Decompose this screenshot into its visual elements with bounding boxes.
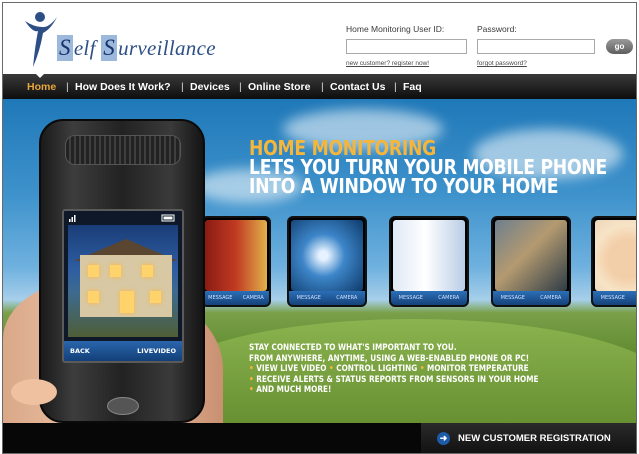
thumb-finger-image xyxy=(11,379,57,405)
brand-word-elf: elf xyxy=(73,36,102,60)
nav-separator: | xyxy=(66,81,69,93)
phone-softkeys: BACK LIVEVIDEO xyxy=(64,341,182,361)
brand-name: Self Surveillance xyxy=(57,35,216,61)
hero-description: STAY CONNECTED TO WHAT'S IMPORTANT TO YO… xyxy=(249,343,539,396)
thumb-camera-label: CAMERA xyxy=(242,295,264,301)
feature-item: AND MUCH MORE! xyxy=(256,385,332,395)
hero-title-line3: INTO A WINDOW TO YOUR HOME xyxy=(249,174,559,198)
softkey-back[interactable]: BACK xyxy=(70,347,90,355)
hero-title: HOME MONITORING LETS YOU TURN YOUR MOBIL… xyxy=(249,138,607,198)
nav-separator: | xyxy=(181,81,184,93)
feature-line-1: • VIEW LIVE VIDEO • CONTROL LIGHTING • M… xyxy=(249,364,539,375)
thumb-message-label: MESSAGE xyxy=(500,295,525,301)
brand-initial-s: S xyxy=(57,35,73,61)
nav-separator: | xyxy=(394,81,397,93)
password-input[interactable] xyxy=(477,39,595,54)
figure-logo-icon xyxy=(25,12,57,67)
register-now-link[interactable]: new customer? register now! xyxy=(346,60,429,67)
mobile-phone-image: BACK LIVEVIDEO xyxy=(39,119,205,423)
password-label: Password: xyxy=(477,24,517,34)
thumbnail-baby[interactable]: MESSAGECAMERA xyxy=(591,216,636,307)
nav-separator: | xyxy=(239,81,242,93)
brand-initial-s2: S xyxy=(101,35,118,61)
user-id-input[interactable] xyxy=(346,39,467,54)
feature-item: VIEW LIVE VIDEO xyxy=(256,364,327,374)
nav-item-home[interactable]: Home xyxy=(27,81,56,93)
thumbnail-door[interactable]: MESSAGE CAMERA xyxy=(201,216,271,307)
thumbnail-thermometer[interactable]: MESSAGE CAMERA xyxy=(389,216,469,307)
thumb-message-label: MESSAGE xyxy=(398,295,423,301)
feature-line-2: • RECEIVE ALERTS & STATUS REPORTS FROM S… xyxy=(249,375,539,386)
water-valve-image xyxy=(495,220,567,291)
thumb-message-label: MESSAGE xyxy=(208,295,233,301)
go-button[interactable]: go xyxy=(606,39,633,54)
hero-banner: HOME MONITORING LETS YOU TURN YOUR MOBIL… xyxy=(3,99,636,423)
site-header: Self Surveillance Home Monitoring User I… xyxy=(3,3,636,74)
new-customer-registration-button[interactable]: ➜ NEW CUSTOMER REGISTRATION xyxy=(421,423,636,453)
main-nav: Home | How Does It Work? | Devices | Onl… xyxy=(3,73,636,99)
bullet-icon: • xyxy=(419,364,425,374)
phone-nav-button-icon xyxy=(107,397,139,415)
user-id-label: Home Monitoring User ID: xyxy=(346,24,445,34)
nav-item-contact-us[interactable]: Contact Us xyxy=(330,81,385,93)
forgot-password-link[interactable]: forgot password? xyxy=(477,60,527,67)
thumb-message-label: MESSAGE xyxy=(296,295,321,301)
nav-item-devices[interactable]: Devices xyxy=(190,81,230,93)
thumb-message-label: MESSAGE xyxy=(600,295,625,301)
thermometer-image xyxy=(393,220,465,291)
door-image xyxy=(205,220,267,291)
thumb-camera-label: CAMERA xyxy=(540,295,562,301)
feature-item: MONITOR TEMPERATURE xyxy=(427,364,529,374)
broken-window-image xyxy=(291,220,363,291)
baby-image xyxy=(595,220,636,291)
phone-screen: BACK LIVEVIDEO xyxy=(62,209,184,363)
softkey-live-video[interactable]: LIVEVIDEO xyxy=(137,347,176,355)
registration-label: NEW CUSTOMER REGISTRATION xyxy=(458,432,611,444)
thumb-camera-label: CAMERA xyxy=(438,295,460,301)
footer-bar: ➜ NEW CUSTOMER REGISTRATION xyxy=(3,423,636,453)
thumb-camera-label: CAMERA xyxy=(336,295,358,301)
bullet-icon: • xyxy=(249,364,254,374)
phone-speaker-icon xyxy=(65,135,181,165)
camera-thumbnails: MESSAGE CAMERA MESSAGE CAMERA MESSAGE CAMER… xyxy=(201,216,636,308)
nav-separator: | xyxy=(321,81,324,93)
thumbnail-water-valve[interactable]: MESSAGE CAMERA xyxy=(491,216,571,307)
feature-item: RECEIVE ALERTS & STATUS REPORTS FROM SEN… xyxy=(256,374,539,385)
thumbnail-broken-window[interactable]: MESSAGE CAMERA xyxy=(287,216,367,307)
nav-item-online-store[interactable]: Online Store xyxy=(248,81,310,93)
signal-battery-icon xyxy=(68,213,178,223)
house-image xyxy=(68,225,178,337)
brand-word-urveillance: urveillance xyxy=(118,36,216,60)
hero-tagline2: FROM ANYWHERE, ANYTIME, USING A WEB-ENAB… xyxy=(249,353,530,364)
hero-tagline1: STAY CONNECTED TO WHAT'S IMPORTANT TO YO… xyxy=(249,343,457,353)
bullet-icon: • xyxy=(249,385,254,395)
nav-item-how-it-works[interactable]: How Does It Work? xyxy=(75,81,170,93)
feature-item: CONTROL LIGHTING xyxy=(336,364,418,374)
arrow-right-icon: ➜ xyxy=(437,431,450,445)
site-logo[interactable]: Self Surveillance xyxy=(21,11,216,69)
bullet-icon: • xyxy=(328,364,334,374)
active-indicator-icon xyxy=(35,73,45,78)
bullet-icon: • xyxy=(249,374,254,385)
nav-item-faq[interactable]: Faq xyxy=(403,81,422,93)
feature-line-3: • AND MUCH MORE! xyxy=(249,385,539,396)
page-frame: Self Surveillance Home Monitoring User I… xyxy=(2,2,637,454)
